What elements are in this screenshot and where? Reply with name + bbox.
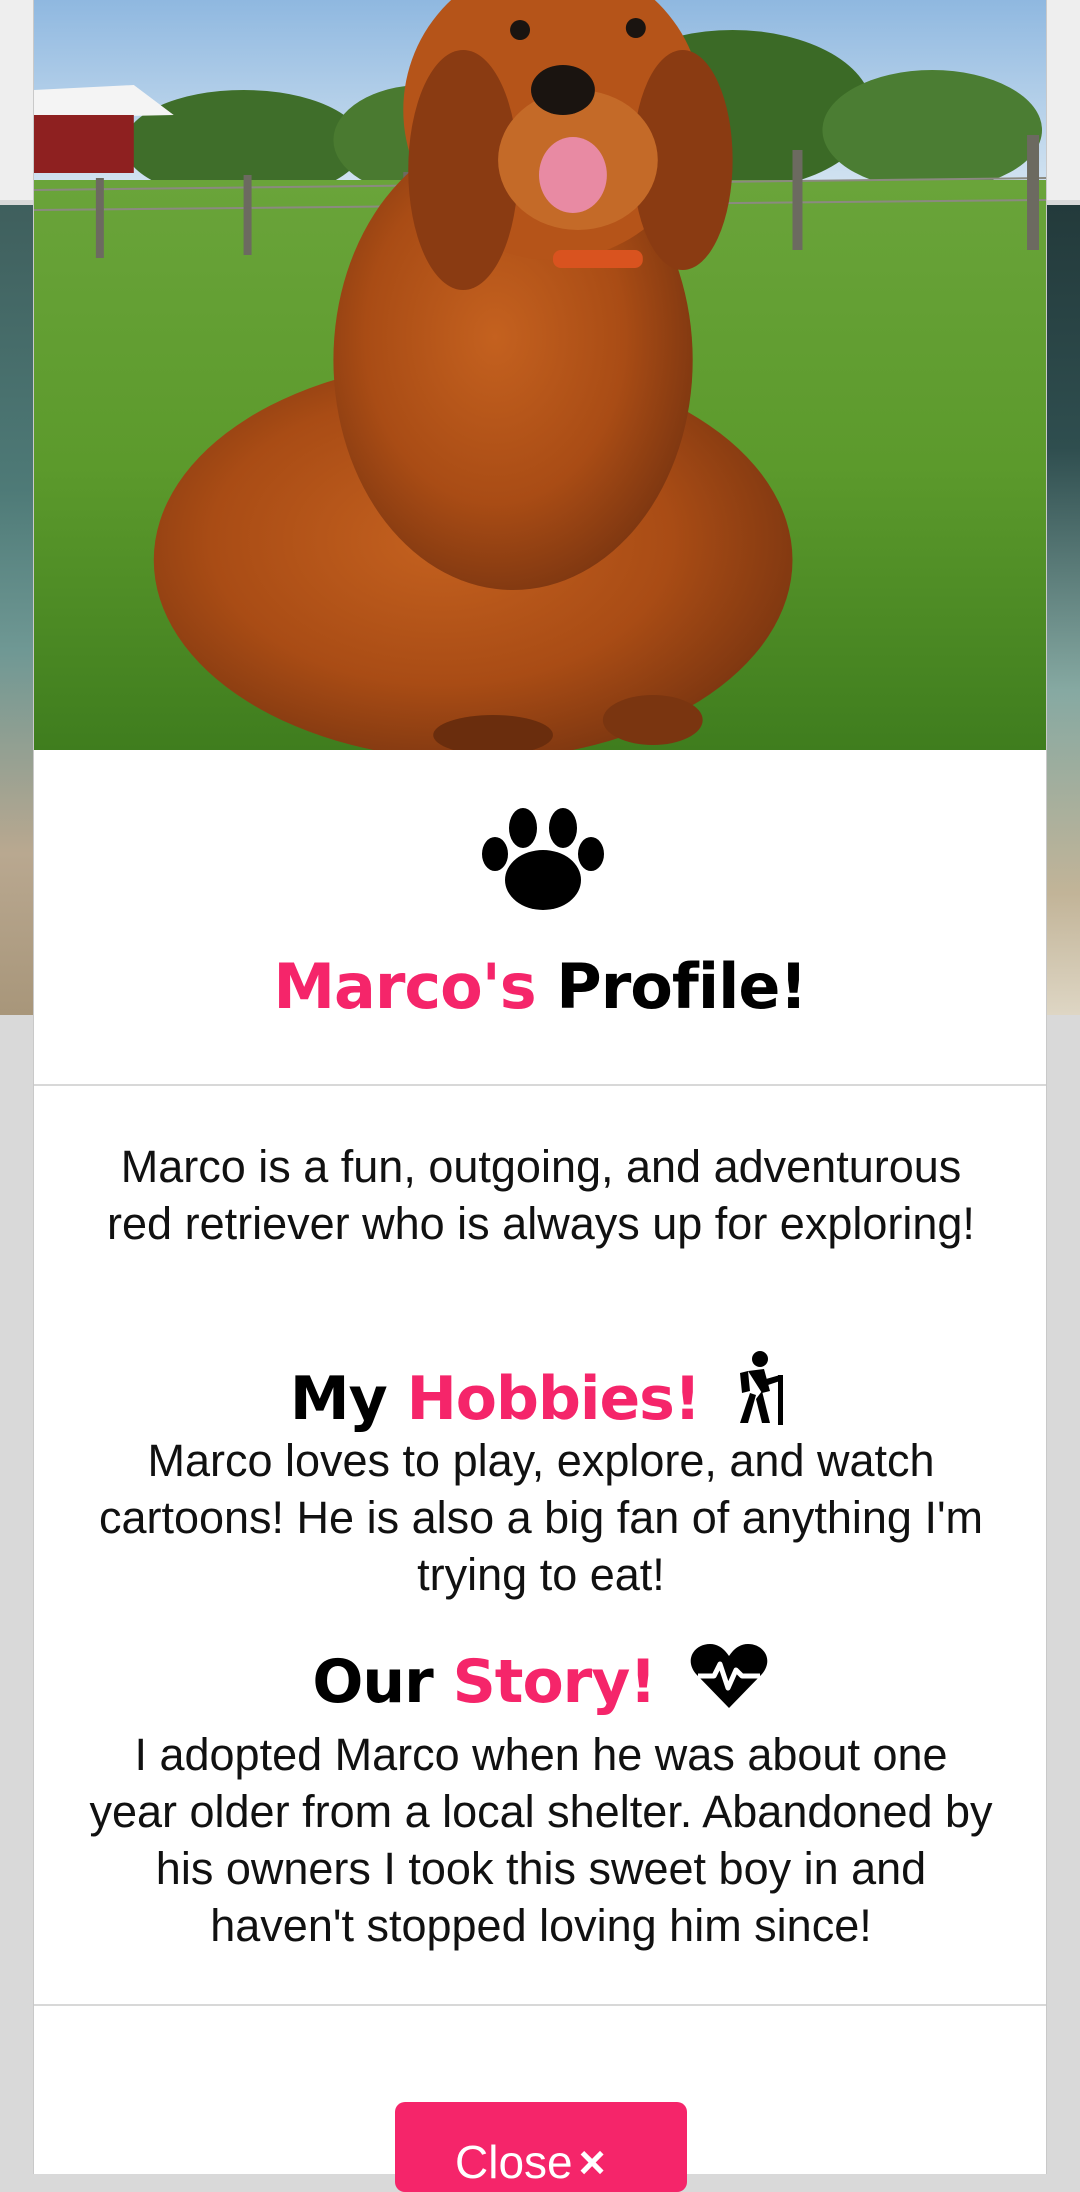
paw-icon <box>482 808 604 910</box>
story-heading-prefix: Our <box>312 1647 433 1717</box>
story-text: I adopted Marco when he was about one ye… <box>89 1729 993 1951</box>
modal-header: Marco's Profile! <box>34 750 1046 1086</box>
hobbies-text: Marco loves to play, explore, and watch … <box>98 1435 984 1600</box>
profile-title: Marco's Profile! <box>34 950 1046 1023</box>
profile-modal: Marco's Profile! Marco is a fun, outgoin… <box>33 0 1047 2192</box>
story-heading: Our Story! <box>34 1644 1046 1717</box>
modal-body: Marco is a fun, outgoing, and adventurou… <box>34 1086 1046 2006</box>
background-photo-right <box>1047 205 1080 1015</box>
story-heading-emphasis: Story! <box>452 1647 657 1717</box>
profile-title-rest: Profile! <box>556 950 807 1023</box>
background-card-right <box>1047 0 1080 200</box>
modal-footer: Close × <box>34 2006 1046 2192</box>
close-button-label: Close <box>455 2136 573 2188</box>
hobbies-heading-emphasis: Hobbies! <box>406 1364 702 1434</box>
close-button[interactable]: Close × <box>395 2102 687 2192</box>
background-photo-left <box>0 205 33 1015</box>
close-icon: × <box>578 2136 606 2188</box>
hobbies-heading: My Hobbies! <box>34 1351 1046 1434</box>
profile-title-name: Marco's <box>273 950 536 1023</box>
heartbeat-icon <box>690 1644 767 1708</box>
hobbies-heading-prefix: My <box>289 1364 388 1434</box>
intro-text: Marco is a fun, outgoing, and adventurou… <box>107 1141 975 1249</box>
hiking-icon <box>740 1351 784 1425</box>
background-card-left <box>0 0 33 200</box>
dog-photo <box>34 0 1046 750</box>
